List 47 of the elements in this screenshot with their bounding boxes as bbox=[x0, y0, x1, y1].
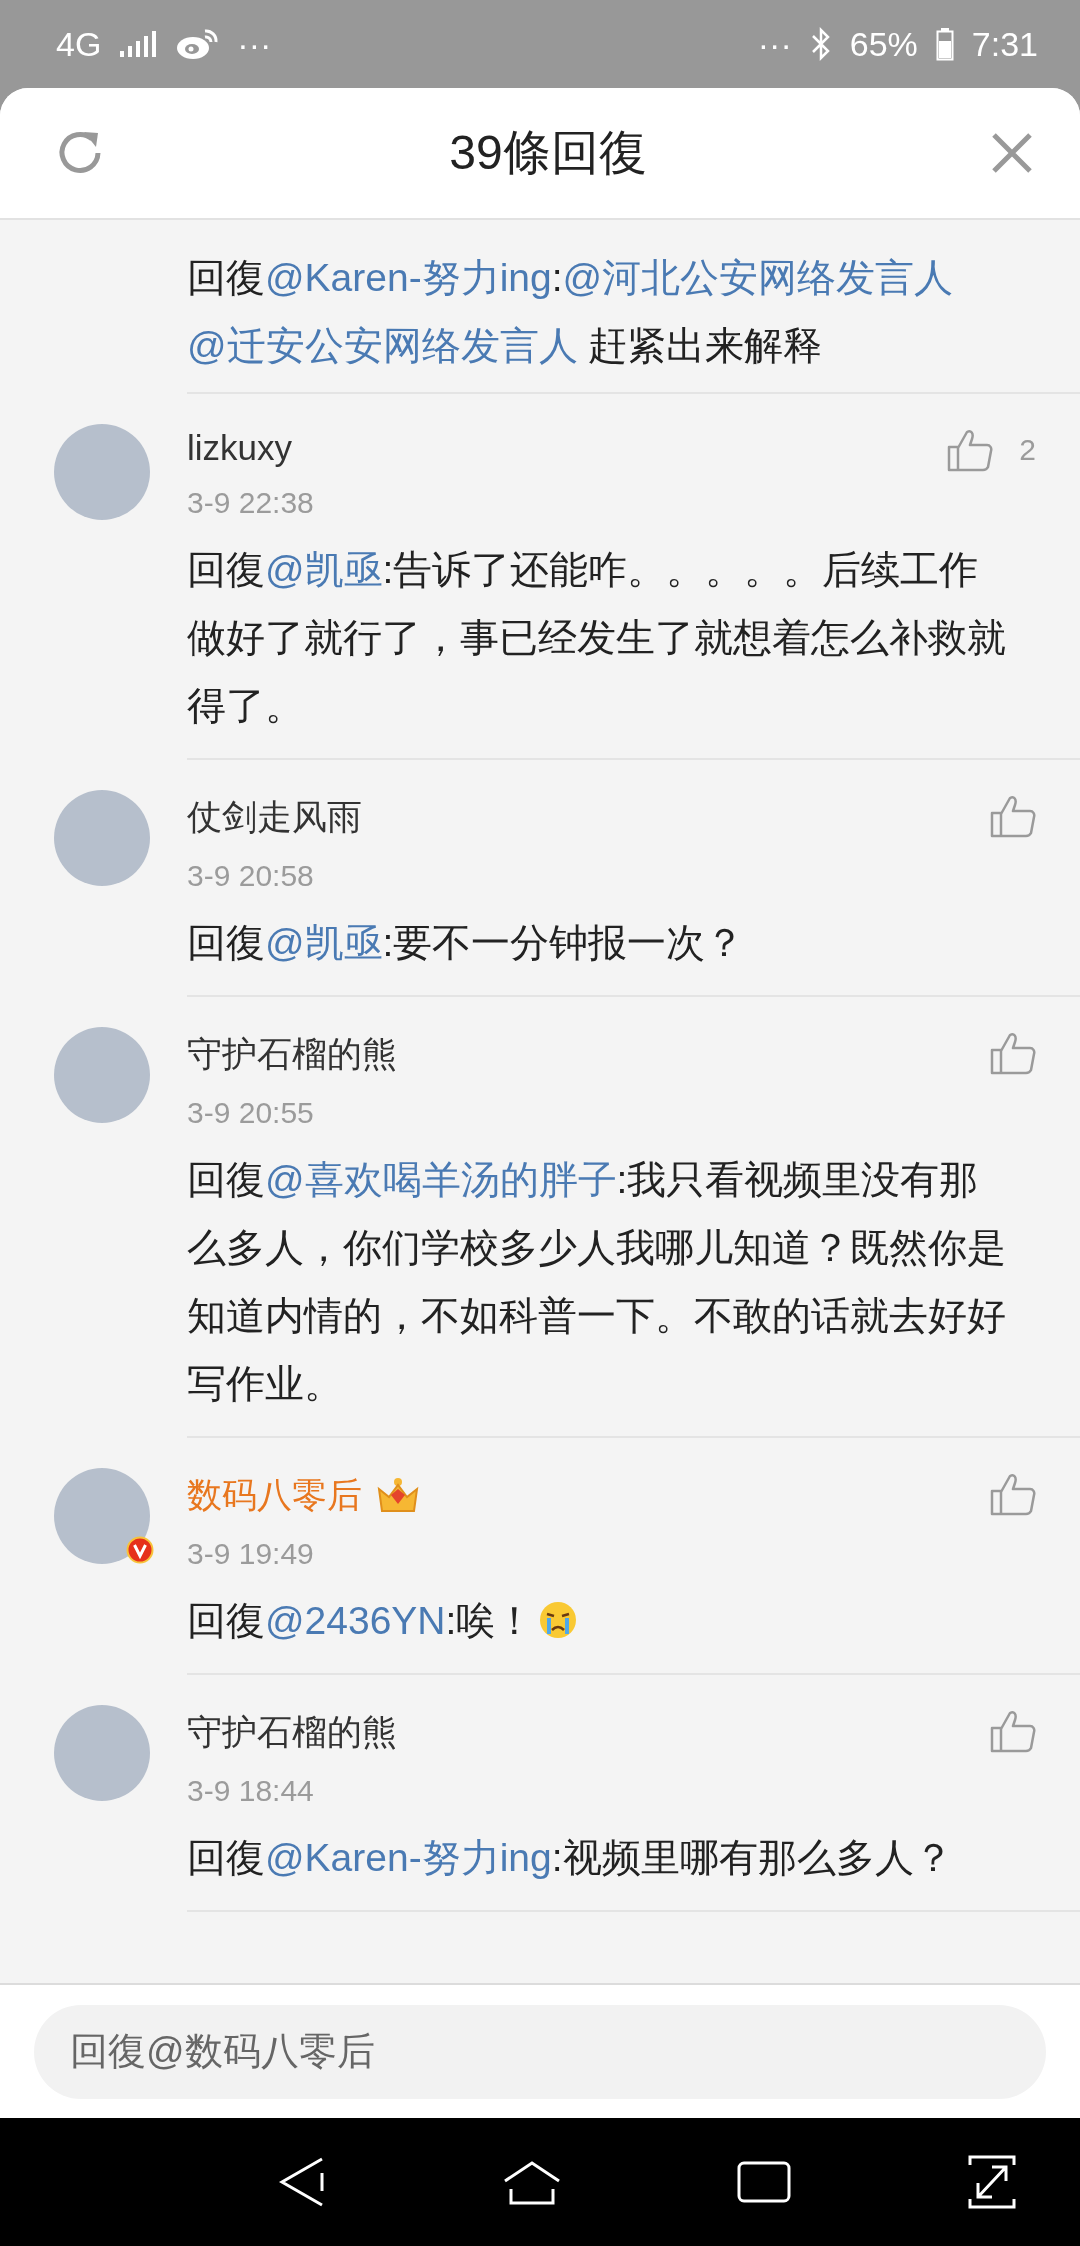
battery-percent: 65% bbox=[849, 24, 918, 64]
thumbs-up-icon[interactable] bbox=[947, 428, 994, 472]
mention-link[interactable]: @迁安公安网络发言人 bbox=[187, 324, 578, 367]
more-indicator: ··· bbox=[237, 24, 272, 64]
comment-text: 回復@凯亟:告诉了还能咋。。。。。后续工作做好了就行了，事已经发生了就想着怎么补救就得了。 bbox=[187, 547, 1007, 729]
mention-link[interactable]: @凯亟 bbox=[265, 921, 383, 964]
user-name[interactable]: 守护石榴的熊 bbox=[187, 1709, 397, 1756]
comment-text: 回復@2436YN:唉！ bbox=[187, 1587, 1007, 1655]
crying-face-icon bbox=[538, 1600, 579, 1640]
home-icon[interactable] bbox=[502, 2159, 561, 2205]
reply-input-field[interactable]: 回復@数码八零后 bbox=[34, 2004, 1046, 2099]
user-name[interactable]: 守护石榴的熊 bbox=[187, 1031, 397, 1078]
comment-time: 3-9 20:58 bbox=[187, 859, 315, 893]
comment-text: 回復@凯亟:要不一分钟报一次？ bbox=[187, 920, 746, 966]
comment-text: 回復@Karen-努力ing:视频里哪有那么多人？ bbox=[187, 1835, 954, 1881]
clock-time: 7:31 bbox=[971, 24, 1038, 64]
mention-link[interactable]: @Karen-努力ing bbox=[265, 1836, 552, 1879]
user-name[interactable]: lizkuxy bbox=[187, 428, 293, 468]
mention-link[interactable]: @Karen-努力ing bbox=[265, 256, 552, 299]
mention-link[interactable]: @河北公安网络发言人 bbox=[562, 256, 954, 299]
like-count: 2 bbox=[1019, 433, 1036, 467]
signal-icon bbox=[119, 29, 158, 59]
mention-link[interactable]: @凯亟 bbox=[265, 548, 383, 591]
bluetooth-icon bbox=[809, 27, 832, 61]
comment-time: 3-9 18:44 bbox=[187, 1774, 315, 1808]
comment-text: 回復@喜欢喝羊汤的胖子:我只看视频里没有那么多人，你们学校多少人我哪儿知道？既然你是知道内情的，不如科普一下。不敢的话就去好好写作业。 bbox=[187, 1157, 1007, 1407]
mention-link[interactable]: @2436YN bbox=[265, 1599, 446, 1642]
expand-screen-icon[interactable] bbox=[967, 2155, 1016, 2209]
sheet-title: 39條回復 bbox=[449, 125, 647, 181]
more-indicator: ··· bbox=[757, 24, 792, 64]
thumbs-up-icon[interactable] bbox=[990, 1472, 1036, 1516]
user-name[interactable]: 数码八零后 bbox=[187, 1472, 362, 1519]
crown-badge-icon bbox=[376, 1476, 420, 1515]
battery-icon bbox=[935, 27, 954, 61]
thumbs-up-icon[interactable] bbox=[990, 794, 1036, 838]
thumbs-up-icon[interactable] bbox=[990, 1709, 1036, 1753]
comment-time: 3-9 22:38 bbox=[187, 486, 314, 520]
eye-logo-icon bbox=[175, 28, 220, 60]
network-type: 4G bbox=[56, 24, 102, 64]
back-icon[interactable] bbox=[278, 2157, 326, 2207]
user-name[interactable]: 仗剑走风雨 bbox=[187, 794, 362, 841]
mention-link[interactable]: @喜欢喝羊汤的胖子 bbox=[265, 1158, 617, 1201]
comment-time: 3-9 20:55 bbox=[187, 1096, 315, 1130]
thumbs-up-icon[interactable] bbox=[990, 1031, 1036, 1075]
comment-text: 回復@Karen-努力ing:@河北公安网络发言人 @迁安公安网络发言人 赶紧出来解释 bbox=[187, 255, 955, 369]
recent-apps-icon[interactable] bbox=[737, 2161, 792, 2203]
comment-time: 3-9 19:49 bbox=[187, 1537, 315, 1571]
